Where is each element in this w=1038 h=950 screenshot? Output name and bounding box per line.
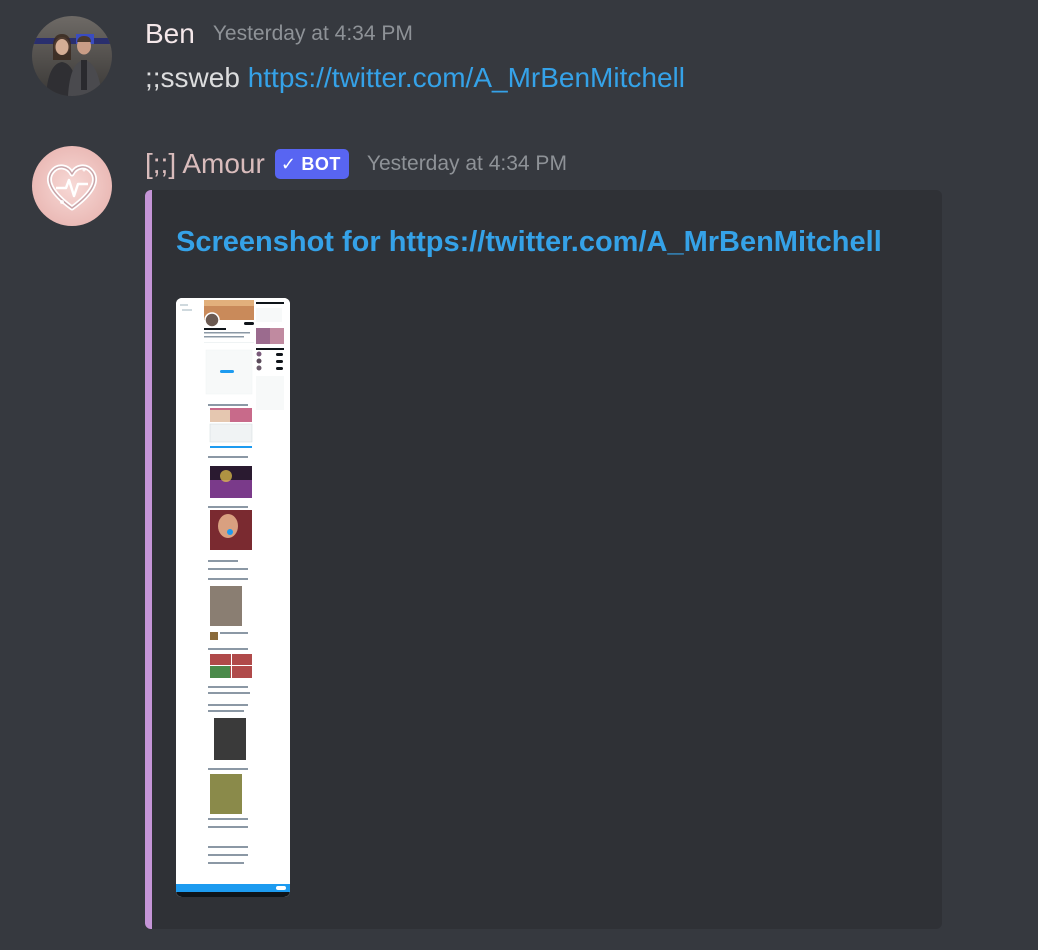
heart-logo-icon [32, 146, 112, 226]
embed-accent-bar [145, 190, 152, 929]
avatar-ben[interactable] [32, 16, 112, 96]
chat-messages: Ben Yesterday at 4:34 PM ;;ssweb https:/… [0, 0, 1038, 950]
bot-tag-label: BOT [301, 153, 341, 174]
avatar-ben-image [32, 16, 112, 96]
message-ben: Ben Yesterday at 4:34 PM ;;ssweb https:/… [0, 0, 1038, 120]
bot-tag: ✓ BOT [274, 149, 349, 179]
command-text: ;;ssweb [145, 62, 248, 93]
avatar-bot[interactable] [32, 146, 112, 226]
message-header: Ben Yesterday at 4:34 PM [145, 16, 413, 52]
message-header: [;;] Amour ✓ BOT Yesterday at 4:34 PM [145, 146, 567, 182]
embed: Screenshot for https://twitter.com/A_MrB… [145, 190, 942, 929]
timestamp[interactable]: Yesterday at 4:34 PM [213, 16, 413, 52]
message-content: ;;ssweb https://twitter.com/A_MrBenMitch… [145, 58, 685, 98]
timestamp[interactable]: Yesterday at 4:34 PM [367, 146, 567, 182]
twitter-link[interactable]: https://twitter.com/A_MrBenMitchell [248, 62, 685, 93]
screenshot-thumbnail [176, 298, 290, 897]
username[interactable]: [;;] Amour [145, 146, 265, 182]
embed-title-link[interactable]: Screenshot for https://twitter.com/A_MrB… [176, 226, 882, 259]
message-bot: [;;] Amour ✓ BOT Yesterday at 4:34 PM Scr… [0, 130, 1038, 950]
embed-image[interactable] [176, 298, 290, 897]
username[interactable]: Ben [145, 16, 195, 52]
checkmark-icon: ✓ [280, 153, 297, 174]
